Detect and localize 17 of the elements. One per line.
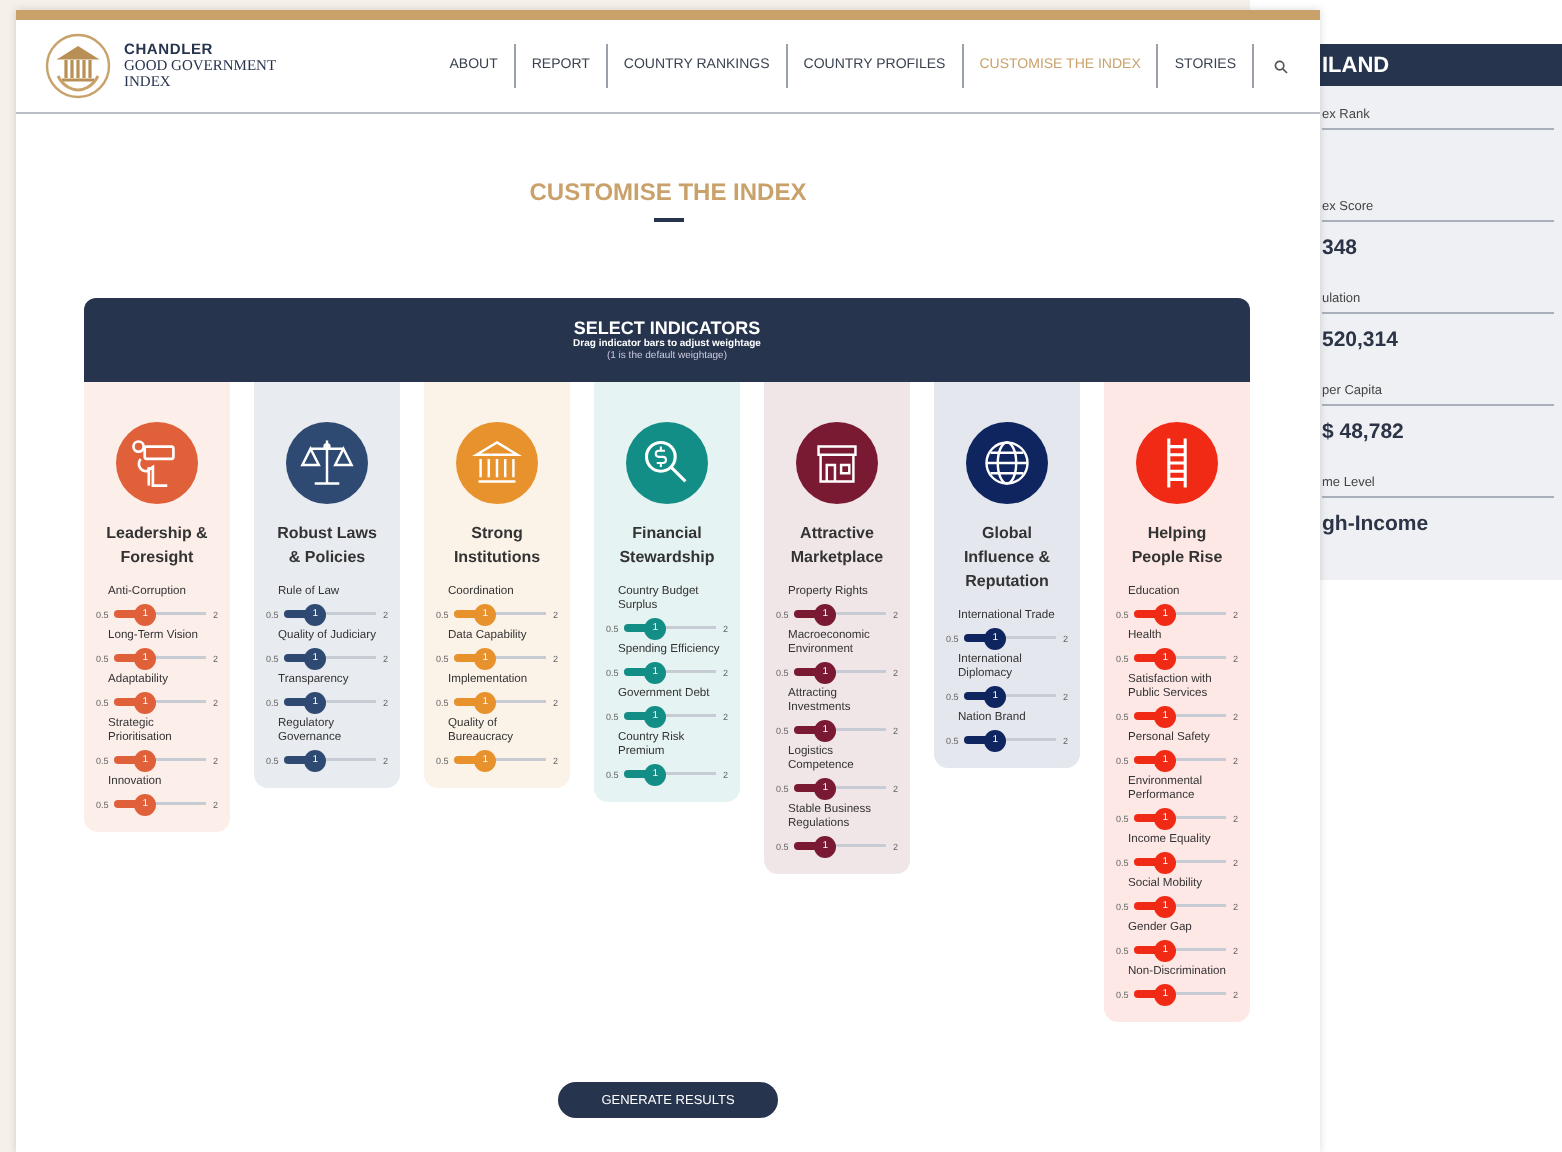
pillar-title: Leadership & Foresight [104, 522, 210, 570]
title-underline [653, 218, 683, 222]
field-value: gh-Income [1322, 512, 1429, 536]
pillar-title: Strong Institutions [451, 522, 543, 570]
field-value: 348 [1322, 236, 1358, 260]
panel-title: ILAND [1320, 44, 1562, 86]
pillar-title: Robust Laws & Policies [275, 522, 379, 570]
pillar-title: Global Influence & Reputation [961, 522, 1053, 594]
pillar-title: Attractive Marketplace [788, 522, 886, 570]
field-value: 520,314 [1322, 328, 1398, 352]
logo-icon [44, 32, 112, 100]
field-value: $ 48,782 [1322, 420, 1404, 444]
page-title: CUSTOMISE THE INDEX [527, 178, 809, 206]
search-icon[interactable] [1274, 60, 1288, 74]
pillar-title: Financial Stewardship [617, 522, 717, 570]
pillar-title: Helping People Rise [1129, 522, 1225, 570]
card-title: SELECT INDICATORS [571, 318, 763, 338]
